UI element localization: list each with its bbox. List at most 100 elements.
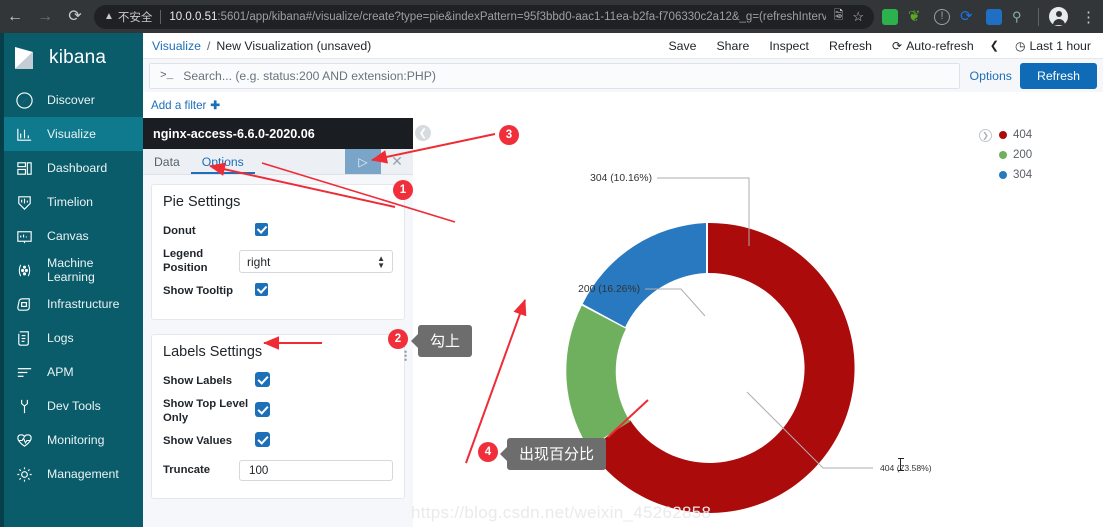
donut-setting-row: Donut <box>163 219 393 244</box>
drag-dots-icon[interactable]: • • • <box>404 348 407 365</box>
visualization-editor-panel: nginx-access-6.6.0-2020.06 Data Options … <box>143 118 413 527</box>
pie-settings-header: Pie Settings <box>163 194 241 210</box>
security-label: 不安全 <box>117 11 153 24</box>
search-input[interactable]: >_ Search... (e.g. status:200 AND extens… <box>149 62 960 89</box>
forward-arrow-icon[interactable]: → <box>30 2 60 32</box>
sidebar-item-label: Dashboard <box>47 161 108 175</box>
sidebar-item-label: Management <box>47 467 119 481</box>
discard-changes-button[interactable]: ✕ <box>381 149 413 174</box>
share-button[interactable]: Share <box>706 33 759 59</box>
key-icon[interactable]: ⚲ <box>1012 9 1028 25</box>
translate-icon[interactable]: 🗟 <box>834 6 844 27</box>
show-tooltip-label: Show Tooltip <box>163 284 234 297</box>
index-pattern-title: nginx-access-6.6.0-2020.06 <box>143 118 413 149</box>
auto-refresh-button[interactable]: ⟳ Auto-refresh <box>882 33 984 59</box>
show-top-level-only-checkbox[interactable] <box>255 401 270 417</box>
tab-options[interactable]: Options <box>191 149 255 174</box>
play-apply-icon: ▷ <box>358 154 368 169</box>
clock-icon: ◷ <box>1014 38 1026 53</box>
sidebar-item-machine-learning[interactable]: Machine Learning <box>0 253 143 287</box>
sidebar-item-discover[interactable]: Discover <box>0 83 143 117</box>
kebab-menu-icon[interactable]: ⋮ <box>1078 8 1099 26</box>
truncate-label: Truncate <box>163 463 211 476</box>
legend-position-select[interactable]: right ▲ ▼ <box>239 250 393 274</box>
show-top-level-only-label: Show Top Level Only <box>163 398 249 424</box>
sidebar-item-canvas[interactable]: Canvas <box>0 219 143 253</box>
sync-icon[interactable]: ⟳ <box>960 9 976 25</box>
donut-checkbox[interactable] <box>255 222 268 236</box>
canvas-icon <box>15 227 34 246</box>
add-filter-button[interactable]: Add a filter ✚ <box>151 98 221 113</box>
editor-tab-actions: ▷ ✕ <box>345 149 413 174</box>
show-values-checkbox[interactable] <box>255 431 270 447</box>
compass-icon <box>15 91 34 110</box>
account-avatar-icon[interactable] <box>1049 7 1068 26</box>
sidebar-item-timelion[interactable]: Timelion <box>0 185 143 219</box>
tab-data[interactable]: Data <box>143 149 191 174</box>
inspect-button[interactable]: Inspect <box>759 33 819 59</box>
legend-position-label: Legend Position <box>163 248 208 274</box>
search-placeholder: Search... (e.g. status:200 AND extension… <box>183 68 436 83</box>
show-tooltip-checkbox[interactable] <box>255 282 268 296</box>
extension-icons: ❦ ! ⟳ ⚲ ⋮ <box>882 7 1103 26</box>
chevron-left-icon[interactable]: ❮ <box>984 39 1005 52</box>
sidebar-item-label: APM <box>47 365 74 379</box>
info-icon[interactable]: ! <box>934 8 950 25</box>
security-warning: ▲ 不安全 <box>104 9 152 25</box>
pie-slice-304[interactable] <box>582 223 706 327</box>
breadcrumb-visualize[interactable]: Visualize <box>152 39 201 53</box>
office-icon[interactable] <box>986 8 1002 25</box>
top-nav-actions: Save Share Inspect Refresh ⟳ Auto-refres… <box>658 33 1103 59</box>
show-labels-row: Show Labels <box>163 369 393 394</box>
show-values-label: Show Values <box>163 434 233 447</box>
sidebar-item-logs[interactable]: Logs <box>0 321 143 355</box>
truncate-input[interactable]: 100 <box>239 460 393 482</box>
sidebar-item-label: Dev Tools <box>47 399 101 413</box>
legend-position-row: Legend Position right ▲ ▼ <box>163 248 393 275</box>
show-labels-checkbox[interactable] <box>255 371 270 387</box>
plus-icon: ✚ <box>210 99 221 112</box>
address-bar[interactable]: ▲ 不安全 10.0.0.51:5601/app/kibana#/visuali… <box>94 4 874 29</box>
brand-name: kibana <box>49 47 107 68</box>
show-labels-label: Show Labels <box>163 374 233 387</box>
sidebar-item-label: Logs <box>47 331 74 345</box>
sidebar-item-monitoring[interactable]: Monitoring <box>0 423 143 457</box>
breadcrumb-current: New Visualization (unsaved) <box>216 38 372 53</box>
time-picker[interactable]: ◷ Last 1 hour <box>1005 33 1101 59</box>
watermark: https://blog.csdn.net/weixin_45262858 <box>411 503 712 522</box>
apply-changes-button[interactable]: ▷ <box>345 149 381 174</box>
url-path: :5601/app/kibana#/visualize/create?type=… <box>217 10 826 23</box>
save-button[interactable]: Save <box>658 33 706 59</box>
query-options-link[interactable]: Options <box>970 69 1012 83</box>
add-filter-label: Add a filter <box>151 98 207 112</box>
sidebar-item-dev-tools[interactable]: Dev Tools <box>0 389 143 423</box>
star-icon[interactable]: ☆ <box>852 9 864 25</box>
evernote-icon[interactable]: ❦ <box>908 9 924 25</box>
show-top-level-only-control <box>255 401 393 422</box>
sidebar-accent-bar <box>0 33 4 527</box>
slice-label-200: 200 (16.26%) <box>578 284 640 295</box>
annotation-badge-3: 3 <box>499 125 519 145</box>
machine-learning-icon <box>15 261 34 280</box>
text-cursor <box>897 458 904 471</box>
sidebar-item-infrastructure[interactable]: Infrastructure <box>0 287 143 321</box>
sidebar-item-dashboard[interactable]: Dashboard <box>0 151 143 185</box>
pie-slice-200[interactable] <box>566 305 631 448</box>
query-refresh-button[interactable]: Refresh <box>1019 62 1097 89</box>
annotation-callout-4: 出现百分比 <box>507 438 607 470</box>
reload-icon[interactable]: ⟳ <box>60 2 90 32</box>
omnibox-divider <box>160 9 162 24</box>
annotation-badge-2: 2 <box>388 329 408 349</box>
tampermonkey-icon[interactable] <box>882 8 898 25</box>
back-arrow-icon[interactable]: ← <box>0 2 30 32</box>
sidebar-item-visualize[interactable]: Visualize <box>0 117 143 151</box>
refresh-button[interactable]: Refresh <box>819 33 882 59</box>
logs-icon <box>15 329 34 348</box>
warning-triangle-icon: ▲ <box>104 11 114 22</box>
query-bar: >_ Search... (e.g. status:200 AND extens… <box>143 59 1103 92</box>
infrastructure-icon <box>15 295 34 314</box>
breadcrumb-separator: / <box>207 38 211 53</box>
show-tooltip-control <box>255 282 393 301</box>
sidebar-item-management[interactable]: Management <box>0 457 143 491</box>
sidebar-item-apm[interactable]: APM <box>0 355 143 389</box>
